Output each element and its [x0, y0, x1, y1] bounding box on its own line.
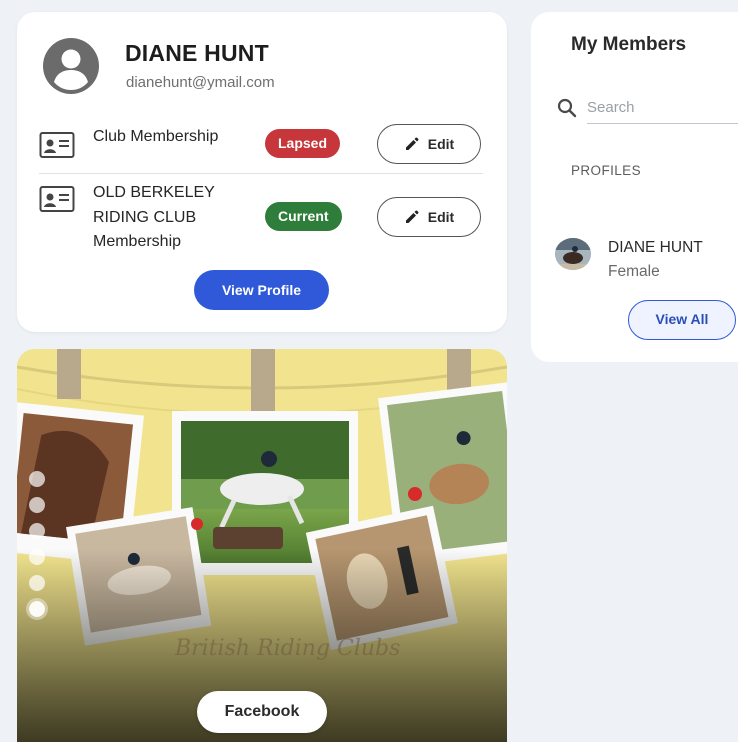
carousel-dot[interactable]: [29, 523, 45, 539]
profile-card: DIANE HUNT dianehunt@ymail.com Club Memb…: [17, 12, 507, 332]
club-watermark: British Riding Clubs: [175, 636, 401, 661]
carousel-dot[interactable]: [29, 549, 45, 565]
search-icon: [557, 98, 577, 118]
status-badge-current: Current: [265, 202, 342, 231]
carousel-dot[interactable]: [29, 497, 45, 513]
member-photo: [555, 238, 591, 270]
membership-row: Club Membership Lapsed Edit: [39, 122, 483, 174]
facebook-button[interactable]: Facebook: [197, 691, 327, 733]
view-profile-button[interactable]: View Profile: [194, 270, 329, 310]
member-gender: Female: [608, 263, 660, 280]
carousel-dot[interactable]: [29, 471, 45, 487]
pencil-icon: [405, 137, 419, 150]
members-title: My Members: [571, 34, 687, 55]
edit-membership-button[interactable]: Edit: [377, 197, 481, 237]
membership-label: Club Membership: [93, 128, 219, 145]
profiles-section-header: PROFILES: [571, 163, 641, 178]
profile-email: dianehunt@ymail.com: [126, 74, 275, 91]
membership-label: OLD BERKELEY RIDING CLUB Membership: [93, 184, 215, 250]
member-search-input[interactable]: [587, 92, 738, 124]
view-all-members-button[interactable]: View All: [628, 300, 736, 340]
member-name[interactable]: DIANE HUNT: [608, 239, 703, 257]
edit-label: Edit: [427, 136, 455, 152]
edit-label: Edit: [427, 209, 455, 225]
carousel-dot-active[interactable]: [29, 601, 45, 617]
carousel-indicators: [29, 471, 45, 617]
edit-membership-button[interactable]: Edit: [377, 124, 481, 164]
status-badge-lapsed: Lapsed: [265, 129, 341, 158]
pencil-icon: [405, 210, 419, 223]
profile-name: DIANE HUNT: [125, 40, 269, 66]
membership-row: OLD BERKELEY RIDING CLUB Membership Curr…: [39, 182, 483, 260]
account-circle-icon: [43, 38, 99, 94]
member-avatar[interactable]: [555, 238, 591, 270]
membership-card-icon: [39, 132, 75, 158]
carousel-dot[interactable]: [29, 575, 45, 591]
banner-image: [17, 349, 507, 742]
club-banner-carousel[interactable]: British Riding Clubs Facebook: [17, 349, 507, 742]
membership-card-icon: [39, 186, 75, 212]
my-members-panel: My Members PROFILES DIANE HUNT Female Vi…: [531, 12, 738, 362]
